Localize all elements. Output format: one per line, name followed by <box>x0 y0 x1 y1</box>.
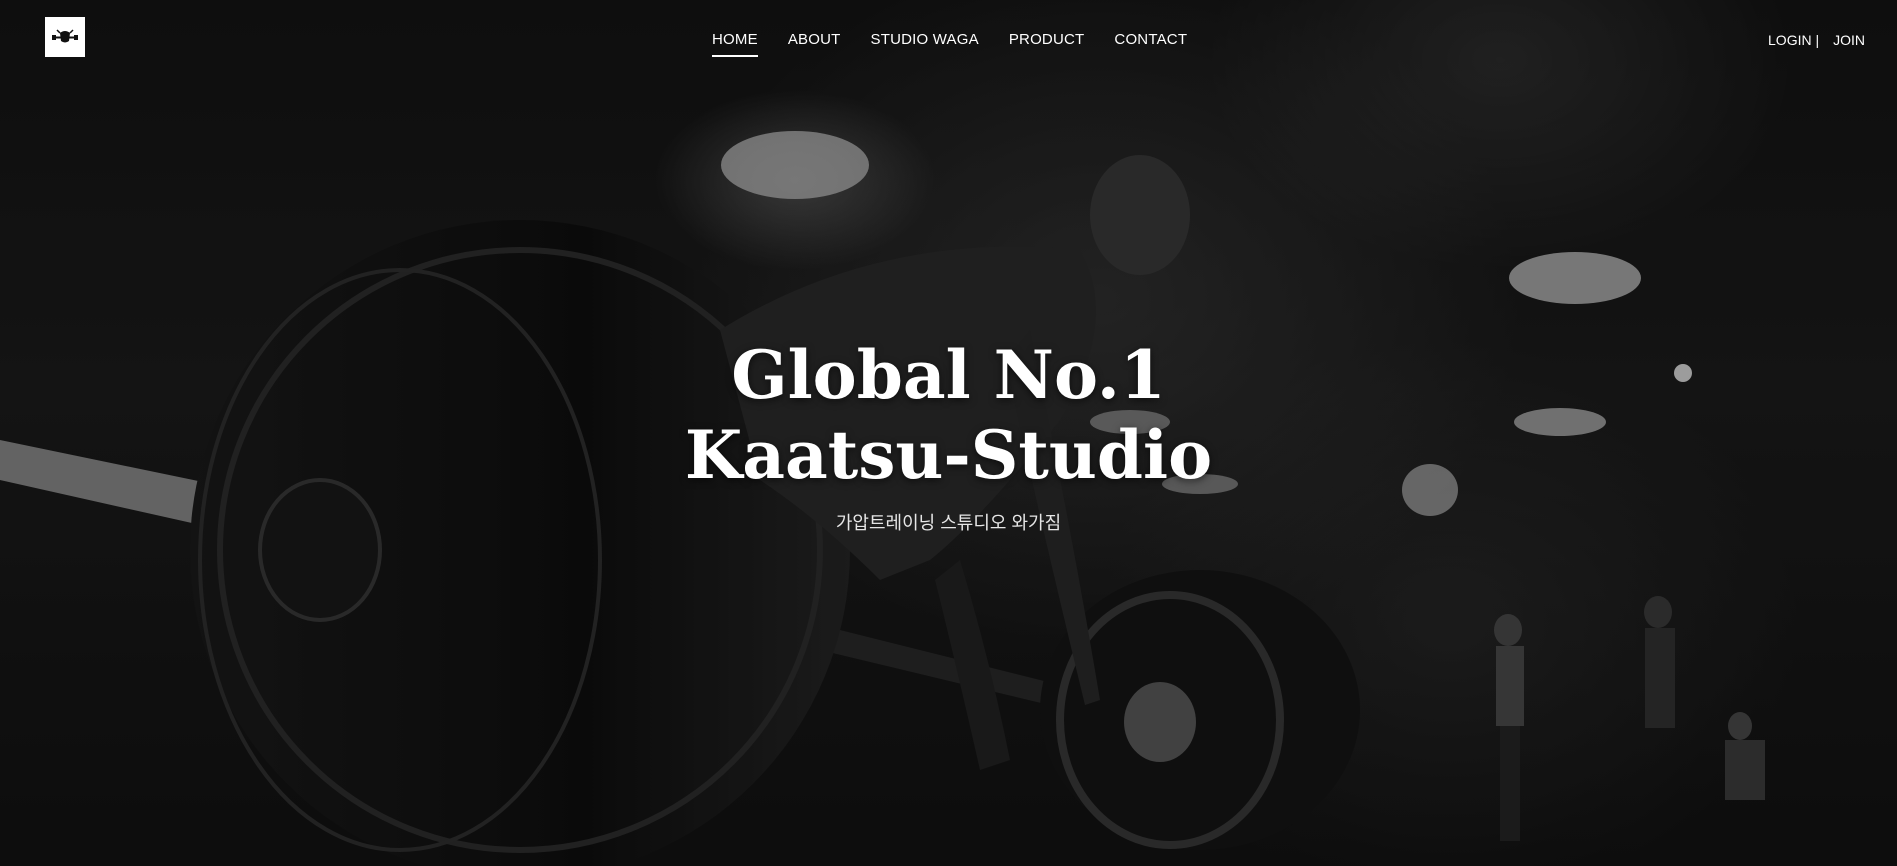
nav-item-contact[interactable]: CONTACT <box>1114 31 1187 57</box>
main-navigation: HOME ABOUT STUDIO WAGA PRODUCT CONTACT <box>712 31 1187 57</box>
nav-item-product[interactable]: PRODUCT <box>1009 31 1085 57</box>
nav-item-studio-waga[interactable]: STUDIO WAGA <box>871 31 979 57</box>
site-logo[interactable] <box>45 17 85 57</box>
hero-subtitle: 가압트레이닝 스튜디오 와가짐 <box>835 513 1062 533</box>
dumbbell-bull-logo-icon <box>52 29 78 43</box>
login-link[interactable]: LOGIN | <box>1768 31 1819 49</box>
auth-links: LOGIN | JOIN <box>1768 31 1865 49</box>
hero-title-line-2: Kaatsu-Studio <box>684 416 1213 494</box>
join-link[interactable]: JOIN <box>1833 31 1865 49</box>
nav-item-about[interactable]: ABOUT <box>788 31 841 57</box>
hero-section: HOME ABOUT STUDIO WAGA PRODUCT CONTACT L… <box>0 0 1897 866</box>
nav-item-home[interactable]: HOME <box>712 31 758 57</box>
hero-title-line-1: Global No.1 <box>731 336 1166 414</box>
hero-title: Global No.1 Kaatsu-Studio <box>0 335 1897 495</box>
